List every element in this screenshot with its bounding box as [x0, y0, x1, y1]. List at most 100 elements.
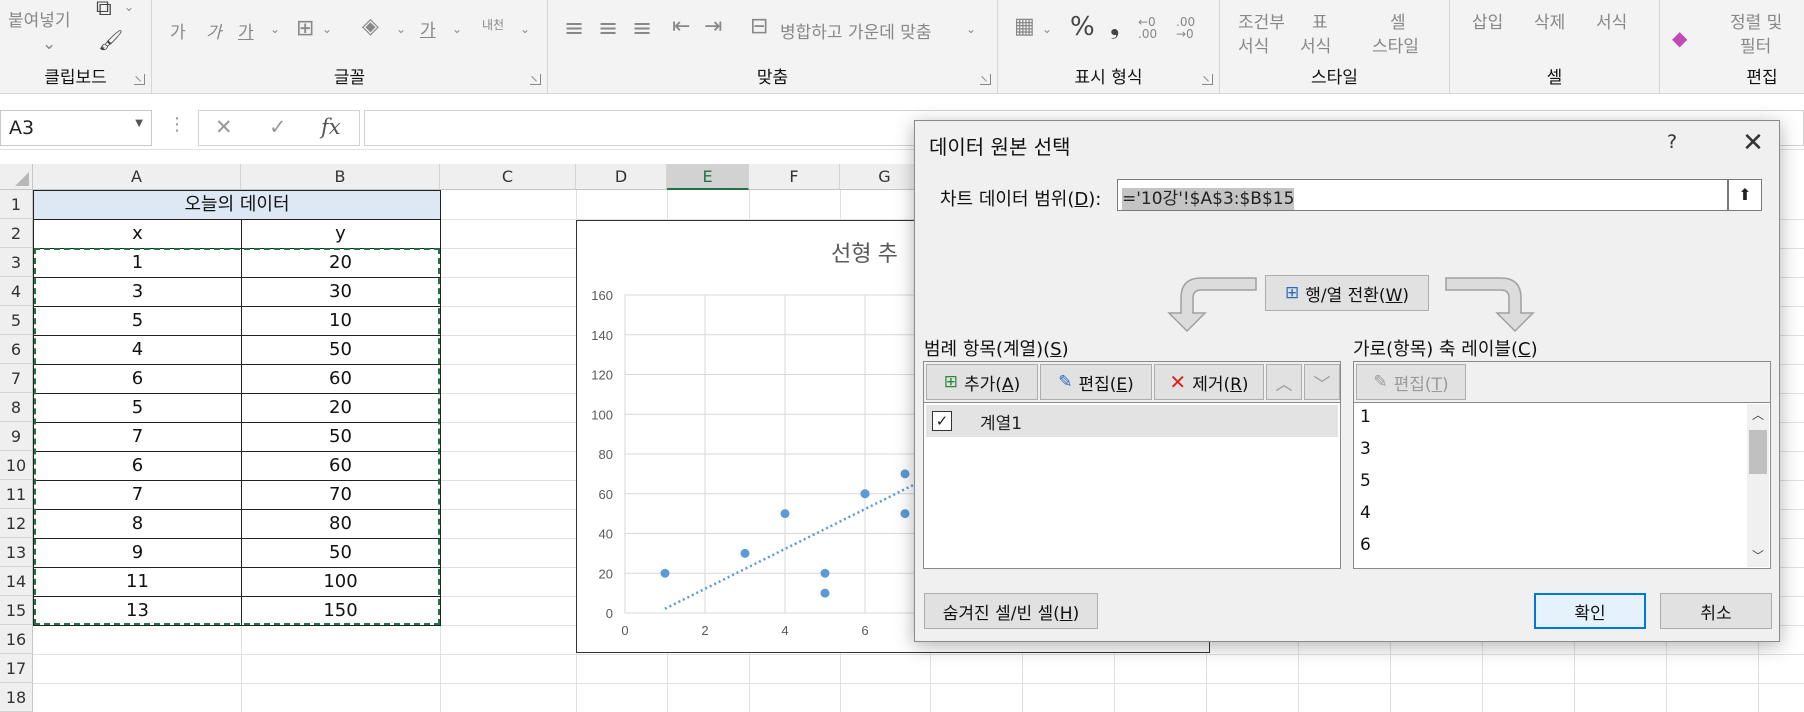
column-header-a[interactable]: A	[33, 164, 241, 190]
merge-dropdown-icon[interactable]: ⌄	[966, 22, 976, 36]
row-header-6[interactable]: 6	[0, 335, 33, 364]
increase-indent-icon[interactable]: ⇥	[704, 14, 722, 39]
axis-label-item[interactable]: 6	[1360, 535, 1371, 555]
splitter-icon[interactable]: ⋮	[168, 114, 186, 135]
font-color-icon[interactable]: 가	[420, 16, 436, 41]
name-box-dropdown-icon[interactable]: ▼	[135, 118, 143, 129]
select-all-corner[interactable]	[0, 164, 33, 190]
comma-icon[interactable]: ❟	[1110, 12, 1119, 40]
table-format-button[interactable]: 표	[1312, 8, 1328, 33]
phonetic-dropdown-icon[interactable]: ⌄	[520, 22, 530, 36]
column-header-d[interactable]: D	[576, 164, 667, 190]
row-header-12[interactable]: 12	[0, 509, 33, 538]
conditional-format-label-2[interactable]: 서식	[1238, 32, 1269, 57]
column-header-e[interactable]: E	[667, 164, 749, 190]
axis-label-item[interactable]: 1	[1360, 407, 1371, 427]
column-header-b[interactable]: B	[241, 164, 440, 190]
table-title[interactable]: 오늘의 데이터	[34, 190, 440, 219]
row-header-10[interactable]: 10	[0, 451, 33, 480]
row-header-4[interactable]: 4	[0, 277, 33, 306]
row-header-7[interactable]: 7	[0, 364, 33, 393]
decrease-decimal-icon[interactable]: .00 →0	[1176, 16, 1206, 40]
increase-decimal-icon[interactable]: ←0 .00	[1138, 16, 1168, 40]
phonetic-icon[interactable]: 내천	[482, 16, 504, 33]
collapse-dialog-icon[interactable]: ⬆	[1728, 179, 1762, 211]
axis-list-scrollbar[interactable]: ︿ ﹀	[1747, 404, 1769, 567]
switch-row-column-button[interactable]: ⊞ 행/열 전환(W)	[1265, 275, 1429, 311]
clear-icon[interactable]: ◆	[1672, 26, 1687, 50]
scroll-up-icon[interactable]: ︿	[1747, 404, 1769, 426]
series-checkbox[interactable]: ✓	[932, 411, 952, 431]
table-header-cell[interactable]: x	[34, 219, 241, 248]
fill-dropdown-icon[interactable]: ⌄	[396, 22, 406, 36]
row-header-15[interactable]: 15	[0, 596, 33, 625]
accounting-dropdown-icon[interactable]: ⌄	[1042, 22, 1052, 36]
add-series-button[interactable]: ⊞ 추가(A)	[926, 364, 1038, 400]
fill-color-icon[interactable]: ◈	[362, 14, 379, 39]
row-header-11[interactable]: 11	[0, 480, 33, 509]
edit-series-button[interactable]: ✎ 편집(E)	[1040, 364, 1152, 400]
format-button[interactable]: 서식	[1596, 8, 1627, 33]
move-up-button[interactable]: ︿	[1266, 364, 1302, 400]
row-header-14[interactable]: 14	[0, 567, 33, 596]
enter-icon[interactable]: ✓	[269, 115, 287, 139]
hidden-empty-cells-button[interactable]: 숨겨진 셀/빈 셀(H)	[924, 593, 1098, 629]
cell-style-label-2[interactable]: 스타일	[1372, 32, 1419, 57]
move-down-button[interactable]: ﹀	[1304, 364, 1340, 400]
scroll-down-icon[interactable]: ﹀	[1747, 545, 1769, 567]
font-launcher-icon[interactable]	[530, 74, 541, 85]
help-icon[interactable]: ?	[1667, 131, 1677, 153]
table-format-label-2[interactable]: 서식	[1300, 32, 1331, 57]
accounting-format-icon[interactable]: ▦	[1014, 14, 1035, 39]
name-box[interactable]: A3 ▼	[0, 110, 152, 146]
delete-button[interactable]: 삭제	[1534, 8, 1565, 33]
insert-button[interactable]: 삽입	[1472, 8, 1503, 33]
font-color-dropdown-icon[interactable]: ⌄	[452, 22, 462, 36]
cancel-button[interactable]: 취소	[1660, 593, 1772, 629]
row-header-5[interactable]: 5	[0, 306, 33, 335]
align-left-icon[interactable]: ≡	[564, 14, 584, 42]
insert-function-icon[interactable]: fx	[321, 115, 341, 139]
remove-series-button[interactable]: ✕ 제거(R)	[1154, 364, 1264, 400]
row-header-3[interactable]: 3	[0, 248, 33, 277]
paste-dropdown-icon[interactable]: ⌄	[42, 34, 56, 54]
align-right-icon[interactable]: ≡	[632, 14, 652, 42]
underline-dropdown-icon[interactable]: ⌄	[270, 22, 280, 36]
copy-dropdown-icon[interactable]: ⌄	[124, 0, 134, 14]
percent-icon[interactable]: %	[1070, 12, 1095, 42]
merge-center-icon[interactable]: ⊟	[750, 14, 768, 39]
align-center-icon[interactable]: ≡	[598, 14, 618, 42]
sort-filter-button[interactable]: 정렬 및	[1730, 8, 1782, 33]
column-header-f[interactable]: F	[749, 164, 840, 190]
column-header-c[interactable]: C	[440, 164, 576, 190]
sort-filter-label-2[interactable]: 필터	[1740, 32, 1771, 57]
decrease-indent-icon[interactable]: ⇤	[672, 14, 690, 39]
edit-axis-labels-button[interactable]: ✎ 편집(T)	[1356, 364, 1466, 400]
axis-label-item[interactable]: 3	[1360, 439, 1371, 459]
alignment-launcher-icon[interactable]	[980, 74, 991, 85]
border-dropdown-icon[interactable]: ⌄	[322, 22, 332, 36]
format-painter-icon[interactable]: 🖌	[98, 28, 123, 52]
row-header-13[interactable]: 13	[0, 538, 33, 567]
ok-button[interactable]: 확인	[1534, 593, 1646, 629]
row-header-8[interactable]: 8	[0, 393, 33, 422]
border-icon[interactable]: ⊞	[296, 16, 314, 41]
row-header-17[interactable]: 17	[0, 654, 33, 683]
font-underline-sample[interactable]: 가	[238, 18, 254, 43]
close-icon[interactable]: ✕	[1735, 125, 1771, 161]
row-header-9[interactable]: 9	[0, 422, 33, 451]
merge-center-button[interactable]: 병합하고 가운데 맞춤	[780, 18, 932, 43]
row-header-2[interactable]: 2	[0, 219, 33, 248]
row-header-16[interactable]: 16	[0, 625, 33, 654]
table-header-cell[interactable]: y	[241, 219, 440, 248]
number-launcher-icon[interactable]	[1202, 74, 1213, 85]
scroll-thumb[interactable]	[1749, 430, 1767, 474]
font-bold-sample[interactable]: 가	[170, 18, 186, 43]
paste-button[interactable]: 붙여넣기	[8, 6, 71, 31]
conditional-format-button[interactable]: 조건부	[1238, 8, 1285, 33]
copy-icon[interactable]: ⧉	[96, 0, 112, 21]
row-header-1[interactable]: 1	[0, 190, 33, 219]
axis-label-item[interactable]: 4	[1360, 503, 1371, 523]
row-header-18[interactable]: 18	[0, 683, 33, 712]
cell-style-button[interactable]: 셀	[1390, 8, 1406, 33]
